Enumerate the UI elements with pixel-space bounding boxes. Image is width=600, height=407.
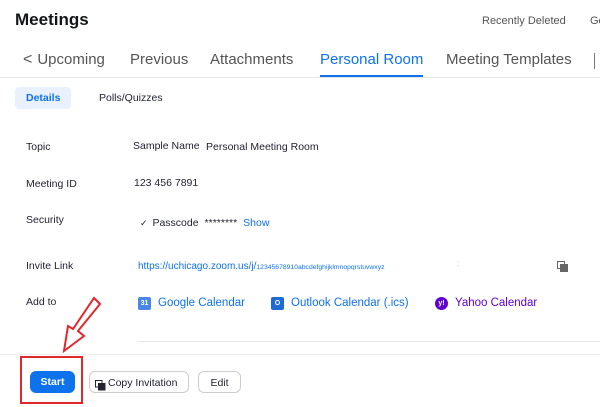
tab-upcoming[interactable]: < Upcoming	[23, 51, 105, 69]
tab-attachments[interactable]: Attachments	[210, 51, 293, 68]
invite-url-id: 12345678910abcdefghijklmnopqrstuvwxyz	[256, 264, 385, 271]
edit-button[interactable]: Edit	[198, 371, 241, 393]
page-title: Meetings	[15, 10, 89, 29]
show-passcode-link[interactable]: Show	[243, 217, 269, 229]
subtab-details[interactable]: Details	[15, 87, 72, 109]
tab-meeting-templates[interactable]: Meeting Templates	[446, 51, 572, 68]
yahoo-icon: y!	[435, 296, 448, 310]
recently-deleted-link[interactable]: Recently Deleted	[482, 15, 566, 27]
yahoo-calendar-link[interactable]: y! Yahoo Calendar	[435, 295, 537, 311]
meeting-id-value: 123 456 7891	[134, 177, 199, 189]
copy-invitation-icon	[95, 377, 106, 391]
tab-underline	[320, 75, 423, 77]
copy-invitation-button[interactable]: Copy Invitation	[89, 371, 189, 393]
invite-link-label: Invite Link	[26, 260, 74, 272]
start-highlight-box	[20, 356, 83, 404]
google-calendar-label: Google Calendar	[158, 297, 245, 309]
pointer-arrow-icon	[62, 296, 102, 354]
security-label: Security	[26, 214, 64, 226]
outlook-calendar-label: Outlook Calendar (.ics)	[291, 297, 409, 309]
meeting-tabs: < Upcoming Previous Attachments Personal …	[0, 44, 600, 78]
security-value: ✓ Passcode ******** Show	[140, 217, 269, 229]
invite-link-url[interactable]: https://uchicago.zoom.us/j/12345678910ab…	[138, 261, 385, 272]
chevron-left-icon: <	[23, 51, 33, 68]
outlook-icon: O	[271, 296, 284, 310]
topic-label: Topic	[26, 141, 51, 153]
passcode-mask: ********	[204, 217, 238, 229]
outlook-calendar-link[interactable]: O Outlook Calendar (.ics)	[271, 295, 409, 311]
invite-url-host: https://uchicago.zoom.us/j/	[138, 261, 257, 272]
check-icon: ✓	[140, 218, 148, 228]
section-divider	[138, 341, 600, 342]
topic-value: Personal Meeting Room	[206, 141, 319, 153]
tab-label: Upcoming	[37, 51, 105, 68]
copy-icon[interactable]	[557, 260, 569, 272]
copy-invitation-label: Copy Invitation	[108, 377, 178, 389]
subtab-polls-quizzes[interactable]: Polls/Quizzes	[88, 87, 174, 109]
header-link-cut[interactable]: Ge	[590, 15, 600, 27]
passcode-label: Passcode	[152, 217, 199, 229]
topic-name: Sample Name	[133, 140, 200, 152]
google-calendar-icon: 31	[138, 296, 151, 310]
meeting-id-label: Meeting ID	[26, 178, 77, 190]
tab-personal-room[interactable]: Personal Room	[320, 51, 423, 68]
yahoo-calendar-label: Yahoo Calendar	[455, 297, 538, 309]
tab-previous[interactable]: Previous	[130, 51, 188, 68]
google-calendar-link[interactable]: 31 Google Calendar	[138, 295, 245, 311]
tab-overflow	[594, 53, 600, 69]
invite-link-dot: :	[457, 259, 460, 268]
